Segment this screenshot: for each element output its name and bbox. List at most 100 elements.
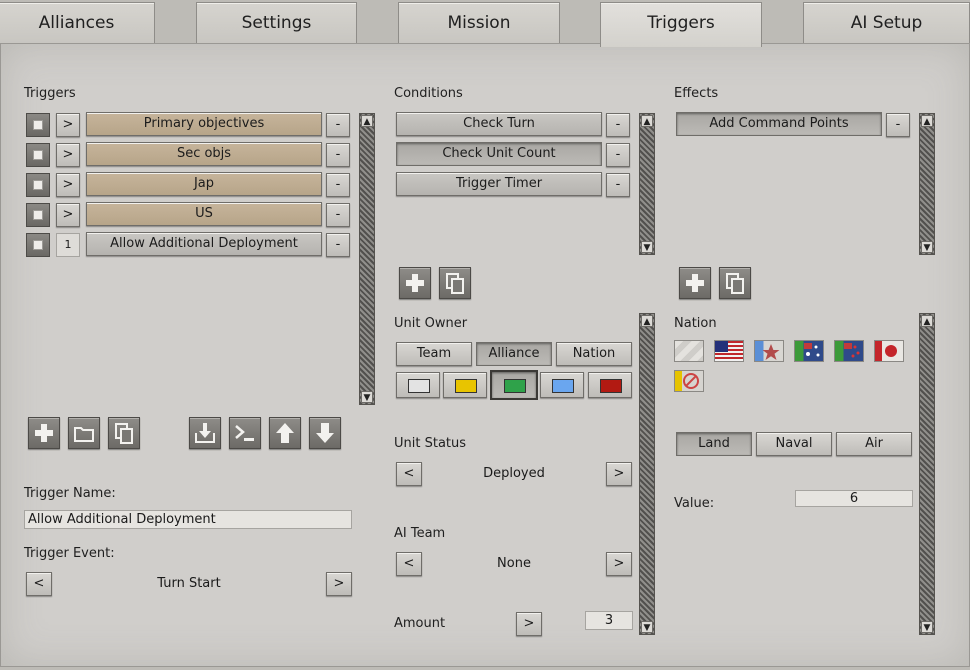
tab-mission[interactable]: Mission: [398, 2, 560, 43]
script-button[interactable]: [229, 417, 261, 449]
add-trigger-button[interactable]: [28, 417, 60, 449]
trigger-item-selected[interactable]: Allow Additional Deployment: [86, 232, 322, 256]
tab-alliances[interactable]: Alliances: [0, 2, 155, 43]
effects-heading: Effects: [674, 86, 719, 101]
scroll-down-icon[interactable]: ▼: [921, 241, 933, 253]
scroll-up-icon[interactable]: ▲: [641, 115, 653, 127]
effect-item-selected[interactable]: Add Command Points: [676, 112, 882, 136]
trigger-expand-button[interactable]: >: [56, 113, 80, 137]
move-down-button[interactable]: [309, 417, 341, 449]
trigger-remove-button[interactable]: -: [326, 113, 350, 137]
add-effect-button[interactable]: [679, 267, 711, 299]
flag-usa-icon[interactable]: [714, 340, 744, 362]
trigger-checkbox[interactable]: [26, 113, 50, 137]
scroll-down-icon[interactable]: ▼: [641, 621, 653, 633]
flag-neutral-icon[interactable]: [674, 340, 704, 362]
plus-icon: [35, 424, 53, 442]
condition-item[interactable]: Check Turn: [396, 112, 602, 136]
conditions-details-scrollbar[interactable]: ▲ ▼: [639, 313, 655, 635]
trigger-remove-button[interactable]: -: [326, 233, 350, 257]
condition-remove-button[interactable]: -: [606, 113, 630, 137]
flag-japan-icon[interactable]: [874, 340, 904, 362]
copy-icon: [446, 273, 464, 294]
nation-label: Nation: [674, 316, 717, 331]
trigger-item[interactable]: Primary objectives: [86, 112, 322, 136]
flag-new-zealand-icon[interactable]: [834, 340, 864, 362]
trigger-event-prev-button[interactable]: <: [26, 572, 52, 596]
trigger-remove-button[interactable]: -: [326, 143, 350, 167]
trigger-expand-button[interactable]: >: [56, 173, 80, 197]
condition-remove-button[interactable]: -: [606, 173, 630, 197]
owner-team-button[interactable]: Team: [396, 342, 472, 366]
team-color-white[interactable]: [396, 372, 440, 398]
trigger-item[interactable]: Sec objs: [86, 142, 322, 166]
team-color-green[interactable]: [490, 370, 538, 400]
trigger-remove-button[interactable]: -: [326, 173, 350, 197]
domain-naval-button[interactable]: Naval: [756, 432, 832, 456]
trigger-remove-button[interactable]: -: [326, 203, 350, 227]
trigger-checkbox[interactable]: [26, 143, 50, 167]
add-condition-button[interactable]: [399, 267, 431, 299]
flag-none-icon[interactable]: [674, 370, 704, 392]
ai-team-label: AI Team: [394, 526, 446, 541]
trigger-name-field[interactable]: Allow Additional Deployment: [24, 510, 352, 529]
scroll-down-icon[interactable]: ▼: [641, 241, 653, 253]
effects-details-scrollbar[interactable]: ▲ ▼: [919, 313, 935, 635]
scroll-up-icon[interactable]: ▲: [921, 315, 933, 327]
trigger-checkbox[interactable]: [26, 173, 50, 197]
trigger-expand-button[interactable]: >: [56, 203, 80, 227]
copy-condition-button[interactable]: [439, 267, 471, 299]
trigger-event-next-button[interactable]: >: [326, 572, 352, 596]
owner-nation-button[interactable]: Nation: [556, 342, 632, 366]
value-field[interactable]: 6: [795, 490, 913, 507]
trigger-item[interactable]: US: [86, 202, 322, 226]
import-button[interactable]: [189, 417, 221, 449]
unit-status-prev-button[interactable]: <: [396, 462, 422, 486]
flag-australia-green-icon[interactable]: [794, 340, 824, 362]
trigger-expand-button[interactable]: >: [56, 143, 80, 167]
plus-icon: [686, 274, 704, 292]
scroll-down-icon[interactable]: ▼: [921, 621, 933, 633]
trigger-checkbox[interactable]: [26, 233, 50, 257]
team-color-red[interactable]: [588, 372, 632, 398]
scroll-up-icon[interactable]: ▲: [361, 115, 373, 127]
terminal-icon: [235, 425, 254, 441]
amount-field[interactable]: 3: [585, 611, 633, 630]
tab-triggers[interactable]: Triggers: [600, 2, 762, 47]
condition-item[interactable]: Trigger Timer: [396, 172, 602, 196]
scroll-up-icon[interactable]: ▲: [641, 315, 653, 327]
trigger-checkbox[interactable]: [26, 203, 50, 227]
scroll-up-icon[interactable]: ▲: [921, 115, 933, 127]
owner-alliance-button[interactable]: Alliance: [476, 342, 552, 366]
condition-item-selected[interactable]: Check Unit Count: [396, 142, 602, 166]
trigger-item[interactable]: Jap: [86, 172, 322, 196]
condition-remove-button[interactable]: -: [606, 143, 630, 167]
ai-team-next-button[interactable]: >: [606, 552, 632, 576]
amount-step-button[interactable]: >: [516, 612, 542, 636]
add-folder-button[interactable]: [68, 417, 100, 449]
effect-remove-button[interactable]: -: [886, 113, 910, 137]
team-color-blue[interactable]: [540, 372, 584, 398]
conditions-scrollbar[interactable]: ▲ ▼: [639, 113, 655, 255]
move-up-button[interactable]: [269, 417, 301, 449]
no-entry-icon: [683, 373, 699, 389]
value-label: Value:: [674, 496, 715, 511]
ai-team-prev-button[interactable]: <: [396, 552, 422, 576]
conditions-heading: Conditions: [394, 86, 463, 101]
unit-status-next-button[interactable]: >: [606, 462, 632, 486]
flag-star-icon[interactable]: [754, 340, 784, 362]
unit-owner-label: Unit Owner: [394, 316, 468, 331]
team-color-yellow[interactable]: [443, 372, 487, 398]
arrow-up-icon: [276, 423, 294, 443]
copy-trigger-button[interactable]: [108, 417, 140, 449]
copy-effect-button[interactable]: [719, 267, 751, 299]
tab-ai-setup[interactable]: AI Setup: [803, 2, 970, 43]
tab-settings[interactable]: Settings: [196, 2, 357, 43]
scroll-down-icon[interactable]: ▼: [361, 391, 373, 403]
ai-team-value: None: [497, 556, 531, 571]
domain-land-button[interactable]: Land: [676, 432, 752, 456]
triggers-scrollbar[interactable]: ▲ ▼: [359, 113, 375, 405]
effects-scrollbar[interactable]: ▲ ▼: [919, 113, 935, 255]
import-icon: [195, 423, 215, 443]
domain-air-button[interactable]: Air: [836, 432, 912, 456]
